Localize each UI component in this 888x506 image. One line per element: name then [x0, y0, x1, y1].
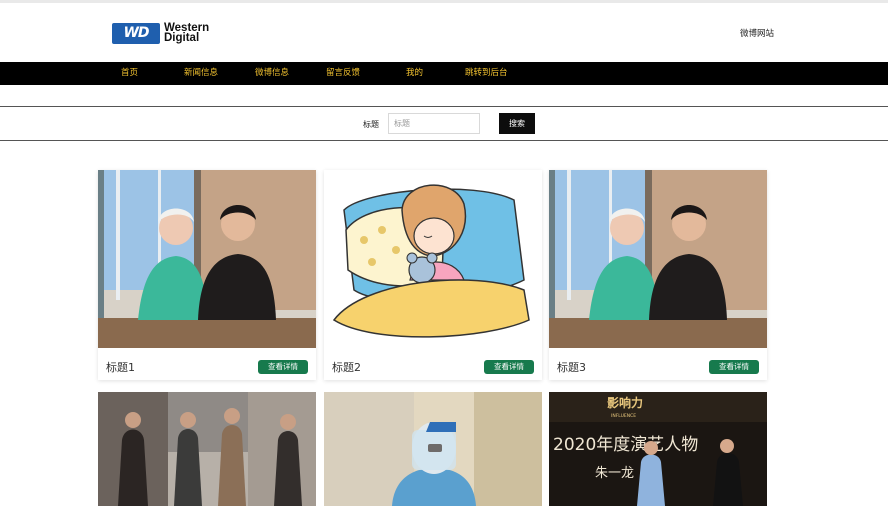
- wd-logo-text: Western Digital: [164, 22, 209, 44]
- nav-item-mine[interactable]: 我的: [406, 62, 423, 85]
- card-image[interactable]: [98, 170, 316, 348]
- wd-logo[interactable]: WD Western Digital: [112, 20, 209, 46]
- logo-line-2: Digital: [164, 32, 200, 44]
- search-bar: 标题 搜索: [0, 106, 888, 141]
- card-image[interactable]: [549, 170, 767, 348]
- nav-item-feedback[interactable]: 留言反馈: [326, 62, 360, 85]
- view-details-button[interactable]: 查看详情: [709, 360, 759, 374]
- nav-item-admin[interactable]: 跳转到后台: [465, 62, 508, 85]
- nav-item-home[interactable]: 首页: [121, 62, 138, 85]
- search-label: 标题: [363, 120, 379, 129]
- site-header: WD Western Digital 微博网站: [0, 3, 888, 62]
- award-stage-name: 朱一龙: [595, 466, 634, 481]
- card-title: 标题1: [106, 361, 135, 374]
- main-nav: 首页 新闻信息 微博信息 留言反馈 我的 跳转到后台: [0, 62, 888, 85]
- news-card[interactable]: 标题1 查看详情: [98, 170, 316, 380]
- award-stage-text: 2020年度演艺人物: [553, 435, 698, 455]
- award-logo-text: 影响力: [607, 395, 643, 410]
- news-card[interactable]: 标题3 查看详情: [549, 170, 767, 380]
- news-card-image[interactable]: 影响力 INFLUENCE 2020年度演艺人物 朱一龙: [549, 392, 767, 506]
- news-card[interactable]: 标题2 查看详情: [324, 170, 542, 380]
- search-input[interactable]: [388, 113, 480, 134]
- card-title: 标题2: [332, 361, 361, 374]
- nav-item-weibo[interactable]: 微博信息: [255, 62, 289, 85]
- card-image[interactable]: [324, 170, 542, 348]
- news-card-image[interactable]: [98, 392, 316, 506]
- search-button[interactable]: 搜索: [499, 113, 535, 134]
- view-details-button[interactable]: 查看详情: [484, 360, 534, 374]
- news-card-image[interactable]: [324, 392, 542, 506]
- weibo-site-link[interactable]: 微博网站: [740, 27, 774, 39]
- view-details-button[interactable]: 查看详情: [258, 360, 308, 374]
- card-title: 标题3: [557, 361, 586, 374]
- nav-item-news[interactable]: 新闻信息: [184, 62, 218, 85]
- award-logo-sub: INFLUENCE: [611, 413, 636, 419]
- wd-logo-badge: WD: [112, 22, 160, 44]
